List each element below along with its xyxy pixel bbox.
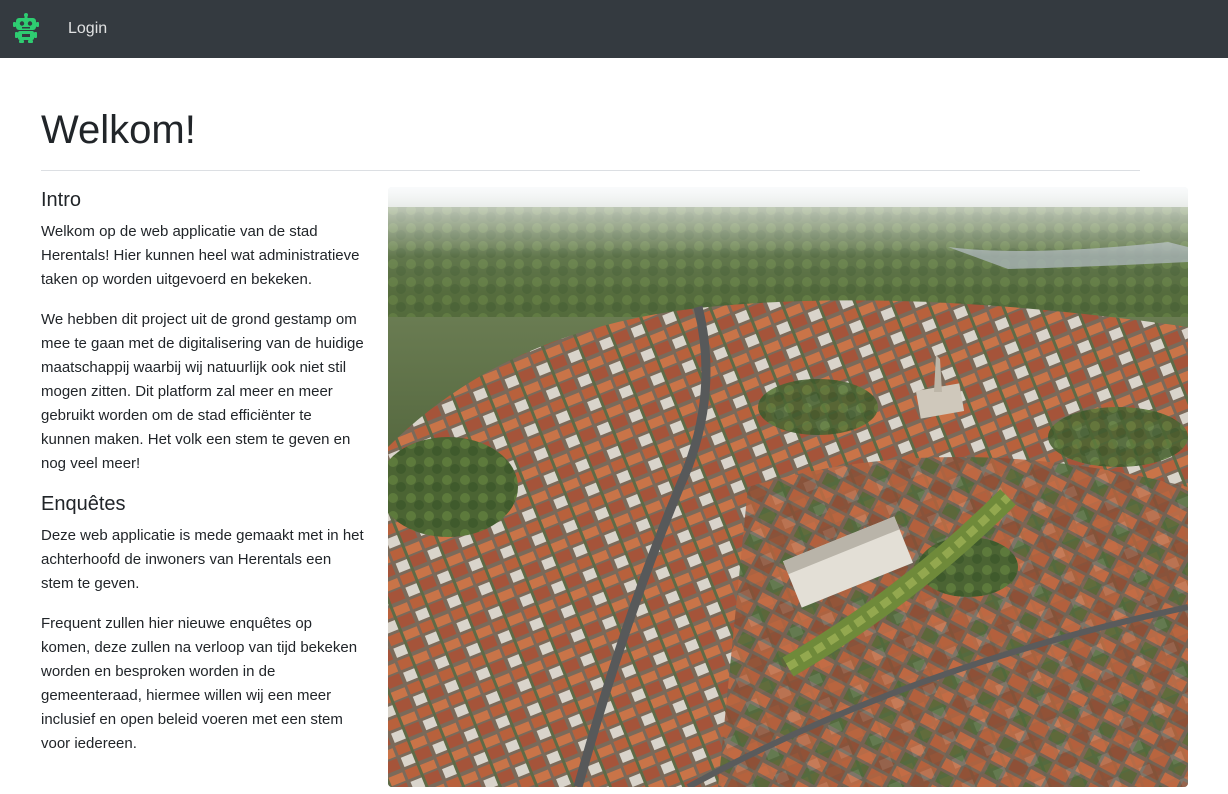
intro-heading: Intro <box>41 189 82 211</box>
divider <box>41 170 1140 171</box>
robot-icon[interactable] <box>11 13 41 43</box>
hero-image <box>388 187 1188 787</box>
login-link[interactable]: Login <box>68 18 107 40</box>
page-title: Welkom! <box>41 108 196 152</box>
text-column: Intro Welkom op de web applicatie van de… <box>41 187 365 772</box>
intro-paragraph-1: Welkom op de web applicatie van de stad … <box>41 223 360 288</box>
enquetes-heading: Enquêtes <box>41 493 126 515</box>
enquetes-paragraph-2: Frequent zullen hier nieuwe enquêtes op … <box>41 615 358 752</box>
enquetes-paragraph-1: Deze web applicatie is mede gemaakt met … <box>41 527 364 592</box>
intro-paragraph-2: We hebben dit project uit de grond gesta… <box>41 311 364 472</box>
top-navbar: Login <box>0 0 1228 58</box>
